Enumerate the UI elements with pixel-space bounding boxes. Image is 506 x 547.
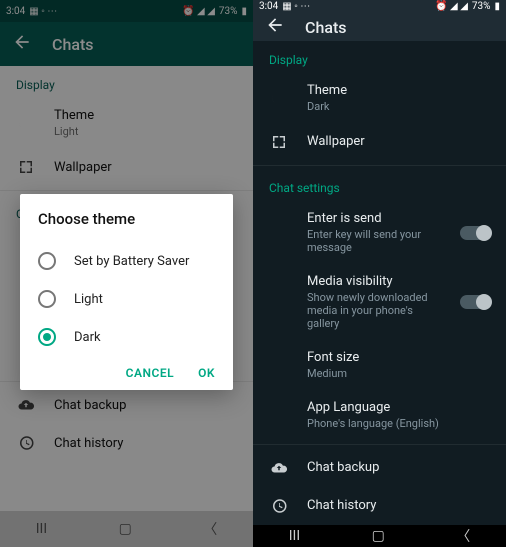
theme-row[interactable]: Theme Dark (253, 73, 506, 123)
status-time: 3:04 (259, 1, 278, 12)
radio-unchecked-icon (38, 252, 56, 270)
nav-recents[interactable]: III (289, 528, 300, 544)
app-language-title: App Language (307, 400, 490, 415)
status-icons-left: ▦ ◦ ⋯ (282, 1, 310, 12)
nav-back[interactable]: 〈 (456, 526, 470, 546)
section-chat-settings: Chat settings (253, 169, 506, 201)
chat-history-title: Chat history (307, 498, 490, 513)
status-battery: 73% (472, 1, 491, 12)
font-size-title: Font size (307, 350, 490, 365)
toggle-switch[interactable] (460, 226, 490, 240)
app-language-sub: Phone's language (English) (307, 417, 490, 430)
option-label: Light (74, 292, 103, 307)
toggle-switch[interactable] (460, 295, 490, 309)
chat-backup-title: Chat backup (307, 460, 490, 475)
theme-option-battery-saver[interactable]: Set by Battery Saver (38, 242, 215, 280)
cancel-button[interactable]: CANCEL (126, 366, 174, 380)
app-title: Chats (305, 18, 347, 37)
chat-backup-row[interactable]: Chat backup (253, 449, 506, 487)
theme-option-dark[interactable]: Dark (38, 318, 215, 356)
wallpaper-icon (269, 133, 289, 151)
radio-checked-icon (38, 328, 56, 346)
radio-unchecked-icon (38, 290, 56, 308)
section-display: Display (253, 41, 506, 73)
battery-icon: ▮ (494, 1, 500, 12)
choose-theme-dialog: Choose theme Set by Battery Saver Light … (20, 194, 233, 390)
option-label: Set by Battery Saver (74, 254, 189, 269)
theme-title: Theme (307, 83, 490, 98)
enter-is-send-sub: Enter key will send your message (307, 228, 442, 254)
back-icon[interactable] (265, 15, 285, 39)
wallpaper-row[interactable]: Wallpaper (253, 123, 506, 161)
theme-option-light[interactable]: Light (38, 280, 215, 318)
nav-bar: III ▢ 〈 (253, 525, 506, 547)
screenshot-dark-theme: 3:04 ▦ ◦ ⋯ ⏰ ◢ ◢ 73% ▮ Chats Display The… (253, 0, 506, 547)
divider (253, 444, 506, 445)
status-bar: 3:04 ▦ ◦ ⋯ ⏰ ◢ ◢ 73% ▮ (253, 0, 506, 14)
media-visibility-title: Media visibility (307, 274, 442, 289)
media-visibility-sub: Show newly downloaded media in your phon… (307, 291, 442, 330)
divider (253, 165, 506, 166)
enter-is-send-row[interactable]: Enter is send Enter key will send your m… (253, 201, 506, 264)
theme-icon (269, 89, 289, 107)
history-icon (269, 497, 289, 515)
dialog-title: Choose theme (38, 210, 215, 228)
option-label: Dark (74, 330, 101, 345)
app-language-row[interactable]: App Language Phone's language (English) (253, 390, 506, 440)
chat-history-row[interactable]: Chat history (253, 487, 506, 525)
screenshot-light-theme: 3:04 ▦ ◦ ⋯ ⏰ ◢ ◢ 73% ▮ Chats Display The… (0, 0, 253, 547)
font-size-sub: Medium (307, 367, 490, 380)
font-size-row[interactable]: Font size Medium (253, 340, 506, 390)
theme-value: Dark (307, 100, 490, 113)
ok-button[interactable]: OK (198, 366, 215, 380)
enter-is-send-title: Enter is send (307, 211, 442, 226)
cloud-icon (269, 459, 289, 477)
media-visibility-row[interactable]: Media visibility Show newly downloaded m… (253, 264, 506, 340)
app-bar: Chats (253, 14, 506, 41)
status-icons-right: ⏰ ◢ ◢ (435, 1, 468, 12)
wallpaper-title: Wallpaper (307, 134, 490, 149)
nav-home[interactable]: ▢ (372, 528, 385, 544)
